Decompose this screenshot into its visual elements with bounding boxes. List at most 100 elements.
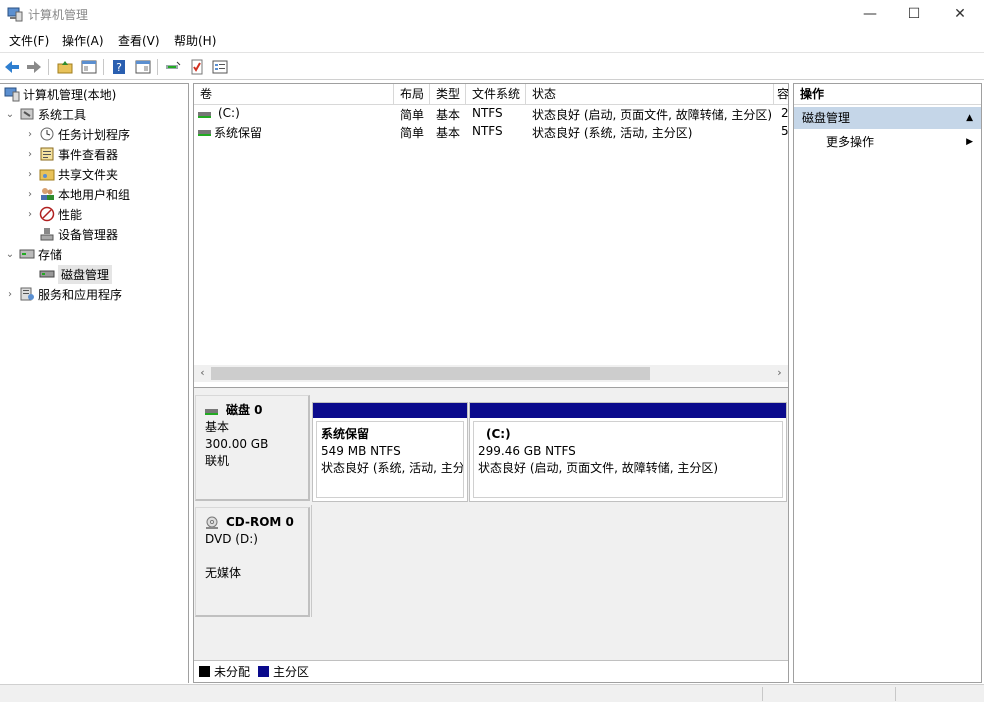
tree-item-local-users[interactable]: › 本地用户和组 <box>24 184 130 204</box>
horizontal-scrollbar[interactable]: ‹ › <box>194 365 788 382</box>
tree-item-services-apps[interactable]: › 服务和应用程序 <box>4 284 122 304</box>
clock-icon <box>40 127 54 141</box>
tree-item-device-manager[interactable]: 设备管理器 <box>36 224 118 244</box>
toolbar: ? <box>0 52 984 80</box>
legend-primary: 主分区 <box>273 665 310 679</box>
chevron-right-icon[interactable]: › <box>24 209 36 220</box>
volume-row[interactable]: (C:) 简单 基本 NTFS 状态良好 (启动, 页面文件, 故障转储, 主分… <box>194 105 789 123</box>
tree-label: 本地用户和组 <box>58 187 131 202</box>
tree-item-shared-folders[interactable]: › 共享文件夹 <box>24 164 118 184</box>
event-viewer-icon <box>40 147 54 161</box>
services-icon <box>20 287 34 301</box>
computer-management-icon <box>4 87 20 102</box>
disk-management-icon <box>39 270 55 278</box>
partition-name: 系统保留 <box>321 427 370 441</box>
scrollbar-thumb[interactable] <box>211 367 650 380</box>
volume-row[interactable]: 系统保留 简单 基本 NTFS 状态良好 (系统, 活动, 主分区) 5 <box>194 123 789 141</box>
close-button[interactable]: ✕ <box>937 0 983 28</box>
disk-type: 基本 <box>205 420 230 434</box>
partition-size: 299.46 GB NTFS <box>478 444 576 458</box>
cdrom-0-label[interactable]: CD-ROM 0 DVD (D:) 无媒体 <box>195 507 310 617</box>
maximize-button[interactable]: ☐ <box>891 0 937 28</box>
device-manager-icon <box>40 228 54 241</box>
volume-name: (C:) <box>218 106 240 120</box>
chevron-right-icon[interactable]: › <box>24 189 36 200</box>
volume-icon <box>198 112 211 118</box>
tree-item-storage[interactable]: ⌄ 存储 <box>4 244 62 264</box>
chevron-down-icon[interactable]: ⌄ <box>4 249 16 260</box>
chevron-right-icon[interactable]: › <box>4 289 16 300</box>
tree-item-task-scheduler[interactable]: › 任务计划程序 <box>24 124 130 144</box>
volume-status: 状态良好 (系统, 活动, 主分区) <box>532 126 693 140</box>
minimize-button[interactable]: — <box>847 0 893 28</box>
cdrom-drive: DVD (D:) <box>205 532 258 546</box>
chevron-right-icon[interactable]: › <box>24 129 36 140</box>
tree-item-computer-management[interactable]: 计算机管理(本地) <box>2 84 116 104</box>
tree-label: 任务计划程序 <box>58 127 131 142</box>
more-actions-item[interactable]: 更多操作 ▶ <box>794 132 981 152</box>
chevron-right-icon[interactable]: › <box>24 169 36 180</box>
volume-type: 基本 <box>436 108 461 122</box>
volume-capacity: 2 <box>781 106 789 120</box>
volume-filesystem: NTFS <box>472 106 503 120</box>
actions-section-disk-management[interactable]: 磁盘管理 ▲ <box>794 107 981 129</box>
primary-partition-bar <box>470 403 786 418</box>
primary-partition-bar <box>313 403 467 418</box>
menu-action[interactable]: 操作(A) <box>62 32 104 49</box>
tree-label: 磁盘管理 <box>58 264 113 284</box>
tree-label: 设备管理器 <box>58 227 119 242</box>
volume-status: 状态良好 (启动, 页面文件, 故障转储, 主分区) <box>532 108 772 122</box>
window-title: 计算机管理 <box>28 8 89 22</box>
menu-bar: 文件(F) 操作(A) 查看(V) 帮助(H) <box>0 28 984 52</box>
title-bar: 计算机管理 — ☐ ✕ <box>0 0 984 28</box>
help-icon: ? <box>113 60 125 74</box>
collapse-icon[interactable]: ▲ <box>966 107 973 129</box>
tree-item-event-viewer[interactable]: › 事件查看器 <box>24 144 118 164</box>
volume-name: 系统保留 <box>214 126 263 140</box>
menu-view[interactable]: 查看(V) <box>118 32 160 49</box>
up-folder-icon <box>57 61 73 74</box>
check-button[interactable] <box>187 57 207 77</box>
show-hide-action-pane-button[interactable] <box>133 57 153 77</box>
column-volume[interactable]: 卷 <box>194 84 394 105</box>
partition-system-reserved[interactable]: 系统保留 549 MB NTFS 状态良好 (系统, 活动, 主分区 <box>312 402 468 502</box>
tree-label: 存储 <box>38 247 63 262</box>
menu-file[interactable]: 文件(F) <box>9 32 49 49</box>
cdrom-empty-area[interactable] <box>311 505 787 617</box>
connect-icon <box>166 61 181 69</box>
forward-button[interactable] <box>24 57 44 77</box>
column-layout[interactable]: 布局 <box>394 84 430 105</box>
chevron-right-icon[interactable]: › <box>24 149 36 160</box>
close-icon: ✕ <box>954 6 966 22</box>
tree-item-performance[interactable]: › 性能 <box>24 204 82 224</box>
up-level-button[interactable] <box>55 57 75 77</box>
scroll-right-icon[interactable]: › <box>771 366 788 379</box>
menu-help[interactable]: 帮助(H) <box>174 32 216 49</box>
properties-button[interactable] <box>210 57 230 77</box>
properties-icon <box>212 60 228 74</box>
tree-item-disk-management[interactable]: 磁盘管理 <box>36 264 113 284</box>
column-type[interactable]: 类型 <box>430 84 466 105</box>
column-filesystem[interactable]: 文件系统 <box>466 84 526 105</box>
help-button[interactable]: ? <box>109 57 129 77</box>
chevron-down-icon[interactable]: ⌄ <box>4 109 16 120</box>
unallocated-swatch <box>199 666 210 677</box>
tree-label: 共享文件夹 <box>58 167 119 182</box>
tree-label: 服务和应用程序 <box>38 287 123 302</box>
cdrom-name: CD-ROM 0 <box>226 515 294 529</box>
disk-0-label[interactable]: 磁盘 0 基本 300.00 GB 联机 <box>195 395 310 501</box>
column-capacity[interactable]: 容 <box>774 84 788 105</box>
connect-button[interactable] <box>163 57 183 77</box>
partition-c[interactable]: (C:) 299.46 GB NTFS 状态良好 (启动, 页面文件, 故障转储… <box>469 402 787 502</box>
volume-list-header: 卷 布局 类型 文件系统 状态 容 <box>194 84 788 105</box>
tree-label: 事件查看器 <box>58 147 119 162</box>
legend-unallocated: 未分配 <box>214 665 251 679</box>
tree-item-system-tools[interactable]: ⌄ 系统工具 <box>4 104 86 124</box>
check-icon <box>191 59 203 75</box>
toolbar-separator <box>157 59 158 75</box>
volume-layout: 简单 <box>400 126 425 140</box>
show-hide-tree-button[interactable] <box>79 57 99 77</box>
scroll-left-icon[interactable]: ‹ <box>194 366 211 379</box>
back-button[interactable] <box>2 57 22 77</box>
column-status[interactable]: 状态 <box>526 84 774 105</box>
